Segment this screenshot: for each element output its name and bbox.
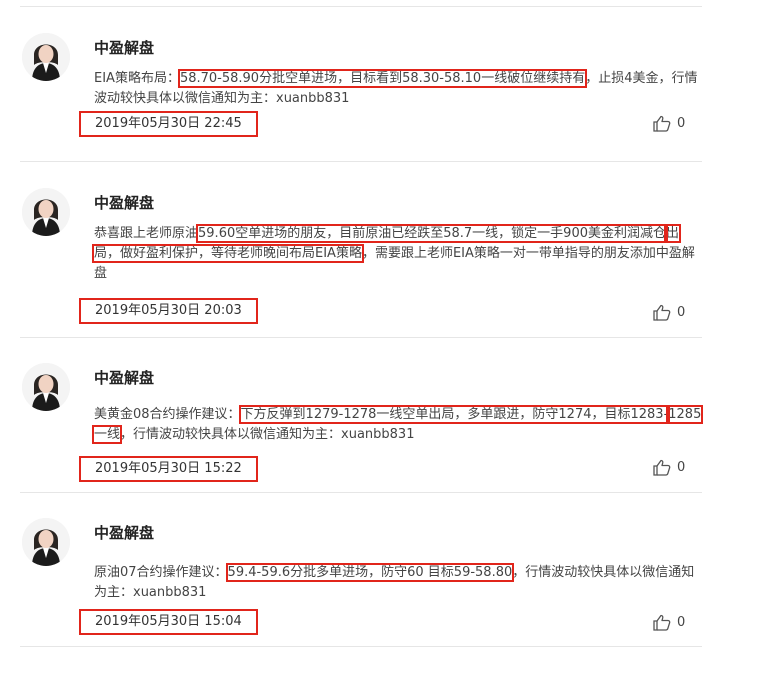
like-count: 0 [677, 115, 686, 131]
divider [20, 6, 702, 7]
content-text: 恭喜跟上老师原油 [94, 226, 199, 241]
divider [20, 492, 702, 493]
post-datetime: 2019年05月30日 20:03 [79, 298, 258, 324]
post-content: 原油07合约操作建议：59.4-59.6分批多单进场，防守60 目标59-58.… [94, 563, 704, 603]
post-2: 中盈解盘 恭喜跟上老师原油59.60空单进场的朋友，目前原油已经跌至58.7一线… [0, 188, 757, 343]
post-content: 美黄金08合约操作建议：下方反弹到1279-1278一线空单出局，多单跟进，防守… [91, 405, 704, 445]
like-button[interactable]: 0 [653, 457, 685, 477]
like-count: 0 [677, 459, 686, 475]
thumbs-up-icon [653, 459, 671, 476]
avatar[interactable] [22, 363, 70, 411]
divider [20, 337, 702, 338]
avatar-image-icon [22, 33, 70, 81]
divider [20, 161, 702, 162]
author-name[interactable]: 中盈解盘 [94, 522, 154, 543]
avatar-image-icon [22, 363, 70, 411]
avatar[interactable] [22, 518, 70, 566]
avatar-image-icon [22, 188, 70, 236]
post-datetime: 2019年05月30日 15:04 [79, 609, 258, 635]
like-button[interactable]: 0 [653, 113, 685, 133]
post-datetime: 2019年05月30日 15:22 [79, 456, 258, 482]
like-count: 0 [677, 614, 686, 630]
avatar[interactable] [22, 33, 70, 81]
content-text: ，行情波动较快具体以微信通知为主：xuanbb831 [120, 427, 415, 442]
like-button[interactable]: 0 [653, 612, 685, 632]
post-3: 中盈解盘 美黄金08合约操作建议：下方反弹到1279-1278一线空单出局，多单… [0, 363, 757, 518]
post-datetime: 2019年05月30日 22:45 [79, 111, 258, 137]
avatar-image-icon [22, 518, 70, 566]
highlighted-text: 58.70-58.90分批空单进场，目标看到58.30-58.10一线破位继续持… [177, 69, 588, 88]
author-name[interactable]: 中盈解盘 [94, 367, 154, 388]
like-count: 0 [677, 304, 686, 320]
highlighted-text: 59.4-59.6分批多单进场，防守60 目标59-58.80 [225, 563, 515, 582]
content-text: 美黄金08合约操作建议： [94, 407, 241, 422]
author-name[interactable]: 中盈解盘 [94, 192, 154, 213]
post-1: 中盈解盘 EIA策略布局：58.70-58.90分批空单进场，目标看到58.30… [0, 33, 757, 188]
content-text: EIA策略布局： [94, 71, 180, 86]
divider [20, 646, 702, 647]
like-button[interactable]: 0 [653, 302, 685, 322]
content-text: 原油07合约操作建议： [94, 565, 228, 580]
thumbs-up-icon [653, 115, 671, 132]
author-name[interactable]: 中盈解盘 [94, 37, 154, 58]
highlighted-text: 59.60空单进场的朋友，目前原油已经跌至58.7一线，锁定一手900美金利润减… [196, 224, 668, 243]
highlighted-text: 下方反弹到1279-1278一线空单出局，多单跟进，防守1274，目标1283- [238, 405, 671, 424]
thumbs-up-icon [653, 304, 671, 321]
avatar[interactable] [22, 188, 70, 236]
thumbs-up-icon [653, 614, 671, 631]
post-content: EIA策略布局：58.70-58.90分批空单进场，目标看到58.30-58.1… [94, 69, 704, 109]
post-4: 中盈解盘 原油07合约操作建议：59.4-59.6分批多单进场，防守60 目标5… [0, 518, 757, 673]
post-content: 恭喜跟上老师原油59.60空单进场的朋友，目前原油已经跌至58.7一线，锁定一手… [91, 224, 704, 284]
